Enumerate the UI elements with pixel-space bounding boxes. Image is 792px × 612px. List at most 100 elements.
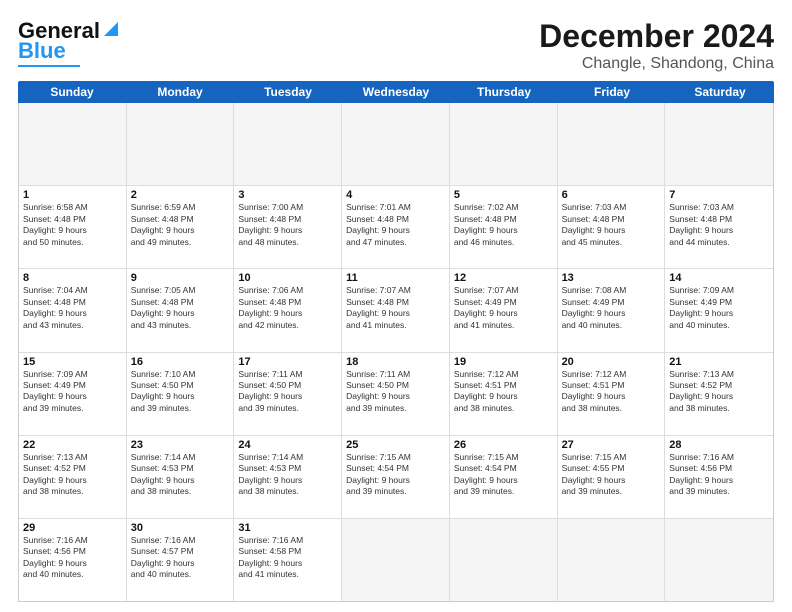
calendar-cell: 29Sunrise: 7:16 AM Sunset: 4:56 PM Dayli… <box>19 519 127 601</box>
title-block: December 2024 Changle, Shandong, China <box>539 18 774 73</box>
logo-blue-text: Blue <box>18 38 66 64</box>
cell-info: Sunrise: 7:11 AM Sunset: 4:50 PM Dayligh… <box>238 369 337 415</box>
cell-info: Sunrise: 7:16 AM Sunset: 4:56 PM Dayligh… <box>669 452 769 498</box>
day-number: 8 <box>23 272 122 284</box>
dow-thursday: Thursday <box>450 81 558 103</box>
calendar-cell <box>342 103 450 185</box>
day-number: 18 <box>346 356 445 368</box>
cell-info: Sunrise: 7:00 AM Sunset: 4:48 PM Dayligh… <box>238 202 337 248</box>
calendar-cell: 4Sunrise: 7:01 AM Sunset: 4:48 PM Daylig… <box>342 186 450 268</box>
day-number: 5 <box>454 189 553 201</box>
cell-info: Sunrise: 6:58 AM Sunset: 4:48 PM Dayligh… <box>23 202 122 248</box>
cell-info: Sunrise: 7:03 AM Sunset: 4:48 PM Dayligh… <box>562 202 661 248</box>
cell-info: Sunrise: 6:59 AM Sunset: 4:48 PM Dayligh… <box>131 202 230 248</box>
calendar-row-4: 22Sunrise: 7:13 AM Sunset: 4:52 PM Dayli… <box>19 436 773 519</box>
dow-tuesday: Tuesday <box>234 81 342 103</box>
calendar-cell <box>558 103 666 185</box>
day-number: 28 <box>669 439 769 451</box>
cell-info: Sunrise: 7:08 AM Sunset: 4:49 PM Dayligh… <box>562 285 661 331</box>
calendar-cell: 14Sunrise: 7:09 AM Sunset: 4:49 PM Dayli… <box>665 269 773 351</box>
day-number: 13 <box>562 272 661 284</box>
calendar-cell: 7Sunrise: 7:03 AM Sunset: 4:48 PM Daylig… <box>665 186 773 268</box>
page: General Blue December 2024 Changle, Shan… <box>0 0 792 612</box>
day-number: 15 <box>23 356 122 368</box>
day-number: 14 <box>669 272 769 284</box>
logo-underline <box>18 65 80 67</box>
day-number: 7 <box>669 189 769 201</box>
cell-info: Sunrise: 7:11 AM Sunset: 4:50 PM Dayligh… <box>346 369 445 415</box>
calendar-cell: 21Sunrise: 7:13 AM Sunset: 4:52 PM Dayli… <box>665 353 773 435</box>
calendar-cell: 31Sunrise: 7:16 AM Sunset: 4:58 PM Dayli… <box>234 519 342 601</box>
calendar-cell: 13Sunrise: 7:08 AM Sunset: 4:49 PM Dayli… <box>558 269 666 351</box>
main-title: December 2024 <box>539 18 774 55</box>
calendar-cell: 12Sunrise: 7:07 AM Sunset: 4:49 PM Dayli… <box>450 269 558 351</box>
cell-info: Sunrise: 7:12 AM Sunset: 4:51 PM Dayligh… <box>454 369 553 415</box>
day-number: 26 <box>454 439 553 451</box>
calendar-cell: 20Sunrise: 7:12 AM Sunset: 4:51 PM Dayli… <box>558 353 666 435</box>
logo-triangle-icon <box>100 18 122 40</box>
cell-info: Sunrise: 7:03 AM Sunset: 4:48 PM Dayligh… <box>669 202 769 248</box>
cell-info: Sunrise: 7:07 AM Sunset: 4:48 PM Dayligh… <box>346 285 445 331</box>
day-number: 23 <box>131 439 230 451</box>
day-number: 16 <box>131 356 230 368</box>
day-number: 9 <box>131 272 230 284</box>
calendar-cell: 6Sunrise: 7:03 AM Sunset: 4:48 PM Daylig… <box>558 186 666 268</box>
calendar-cell: 1Sunrise: 6:58 AM Sunset: 4:48 PM Daylig… <box>19 186 127 268</box>
cell-info: Sunrise: 7:12 AM Sunset: 4:51 PM Dayligh… <box>562 369 661 415</box>
calendar-cell <box>234 103 342 185</box>
calendar-body: 1Sunrise: 6:58 AM Sunset: 4:48 PM Daylig… <box>18 103 774 602</box>
dow-saturday: Saturday <box>666 81 774 103</box>
cell-info: Sunrise: 7:13 AM Sunset: 4:52 PM Dayligh… <box>23 452 122 498</box>
day-number: 30 <box>131 522 230 534</box>
dow-monday: Monday <box>126 81 234 103</box>
calendar-cell <box>558 519 666 601</box>
cell-info: Sunrise: 7:06 AM Sunset: 4:48 PM Dayligh… <box>238 285 337 331</box>
calendar-cell: 11Sunrise: 7:07 AM Sunset: 4:48 PM Dayli… <box>342 269 450 351</box>
cell-info: Sunrise: 7:10 AM Sunset: 4:50 PM Dayligh… <box>131 369 230 415</box>
dow-wednesday: Wednesday <box>342 81 450 103</box>
day-number: 31 <box>238 522 337 534</box>
calendar: Sunday Monday Tuesday Wednesday Thursday… <box>18 81 774 602</box>
day-number: 3 <box>238 189 337 201</box>
cell-info: Sunrise: 7:15 AM Sunset: 4:55 PM Dayligh… <box>562 452 661 498</box>
cell-info: Sunrise: 7:15 AM Sunset: 4:54 PM Dayligh… <box>346 452 445 498</box>
calendar-cell: 24Sunrise: 7:14 AM Sunset: 4:53 PM Dayli… <box>234 436 342 518</box>
cell-info: Sunrise: 7:05 AM Sunset: 4:48 PM Dayligh… <box>131 285 230 331</box>
logo: General Blue <box>18 18 122 67</box>
calendar-cell: 27Sunrise: 7:15 AM Sunset: 4:55 PM Dayli… <box>558 436 666 518</box>
calendar-cell: 2Sunrise: 6:59 AM Sunset: 4:48 PM Daylig… <box>127 186 235 268</box>
day-number: 20 <box>562 356 661 368</box>
calendar-cell: 8Sunrise: 7:04 AM Sunset: 4:48 PM Daylig… <box>19 269 127 351</box>
cell-info: Sunrise: 7:07 AM Sunset: 4:49 PM Dayligh… <box>454 285 553 331</box>
day-number: 17 <box>238 356 337 368</box>
day-number: 22 <box>23 439 122 451</box>
cell-info: Sunrise: 7:09 AM Sunset: 4:49 PM Dayligh… <box>23 369 122 415</box>
day-number: 10 <box>238 272 337 284</box>
calendar-cell: 16Sunrise: 7:10 AM Sunset: 4:50 PM Dayli… <box>127 353 235 435</box>
calendar-cell: 17Sunrise: 7:11 AM Sunset: 4:50 PM Dayli… <box>234 353 342 435</box>
day-number: 29 <box>23 522 122 534</box>
day-number: 1 <box>23 189 122 201</box>
cell-info: Sunrise: 7:13 AM Sunset: 4:52 PM Dayligh… <box>669 369 769 415</box>
cell-info: Sunrise: 7:15 AM Sunset: 4:54 PM Dayligh… <box>454 452 553 498</box>
cell-info: Sunrise: 7:14 AM Sunset: 4:53 PM Dayligh… <box>131 452 230 498</box>
calendar-cell <box>665 103 773 185</box>
cell-info: Sunrise: 7:01 AM Sunset: 4:48 PM Dayligh… <box>346 202 445 248</box>
cell-info: Sunrise: 7:04 AM Sunset: 4:48 PM Dayligh… <box>23 285 122 331</box>
calendar-cell <box>342 519 450 601</box>
calendar-row-5: 29Sunrise: 7:16 AM Sunset: 4:56 PM Dayli… <box>19 519 773 601</box>
calendar-header: Sunday Monday Tuesday Wednesday Thursday… <box>18 81 774 103</box>
cell-info: Sunrise: 7:16 AM Sunset: 4:58 PM Dayligh… <box>238 535 337 581</box>
calendar-cell: 5Sunrise: 7:02 AM Sunset: 4:48 PM Daylig… <box>450 186 558 268</box>
calendar-cell <box>450 103 558 185</box>
day-number: 25 <box>346 439 445 451</box>
day-number: 19 <box>454 356 553 368</box>
calendar-cell: 30Sunrise: 7:16 AM Sunset: 4:57 PM Dayli… <box>127 519 235 601</box>
cell-info: Sunrise: 7:02 AM Sunset: 4:48 PM Dayligh… <box>454 202 553 248</box>
calendar-cell: 22Sunrise: 7:13 AM Sunset: 4:52 PM Dayli… <box>19 436 127 518</box>
day-number: 2 <box>131 189 230 201</box>
calendar-cell: 18Sunrise: 7:11 AM Sunset: 4:50 PM Dayli… <box>342 353 450 435</box>
day-number: 12 <box>454 272 553 284</box>
calendar-cell: 26Sunrise: 7:15 AM Sunset: 4:54 PM Dayli… <box>450 436 558 518</box>
dow-friday: Friday <box>558 81 666 103</box>
